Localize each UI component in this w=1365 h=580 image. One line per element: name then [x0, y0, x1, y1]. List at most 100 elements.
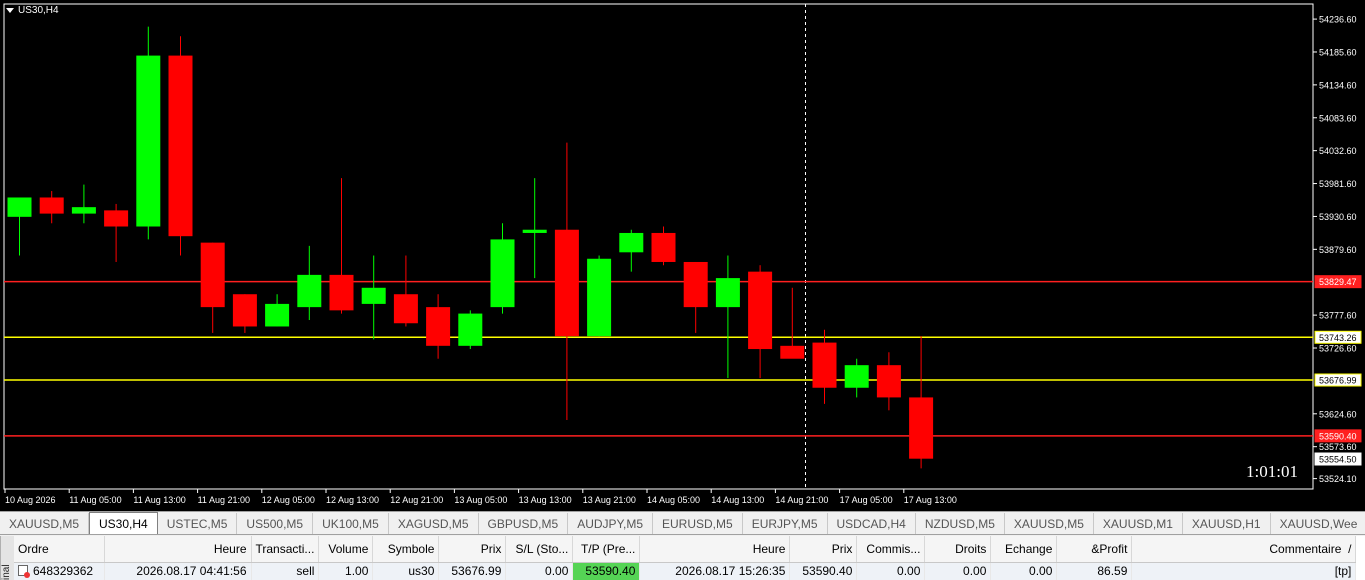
col-header-commentaire[interactable]: Commentaire / [1131, 536, 1357, 563]
time-axis-label: 17 Aug 05:00 [840, 495, 893, 505]
price-axis-label: 53573.60 [1319, 442, 1357, 452]
candle-body [715, 278, 740, 308]
symbol-tab[interactable]: XAUUSD,M1 [1094, 513, 1183, 534]
candle-body [619, 232, 644, 253]
time-axis-label: 17 Aug 13:00 [904, 495, 957, 505]
candle-body [329, 274, 354, 311]
candle-body [909, 397, 934, 459]
time-axis-label: 12 Aug 13:00 [326, 495, 379, 505]
cell-transaction: sell [251, 562, 320, 580]
closed-order-icon [18, 565, 30, 579]
candle-body [554, 229, 579, 337]
current-price-label: 53554.50 [1319, 455, 1357, 465]
symbol-tab[interactable]: XAUUSD,Wee [1271, 513, 1365, 534]
chart-canvas[interactable]: 54236.60 54185.60 54134.60 54083.60 54032.60… [0, 0, 1365, 511]
price-axis-label: 53879.60 [1319, 245, 1357, 255]
symbol-tab[interactable]: EURUSD,M5 [653, 513, 743, 534]
col-header-heure[interactable]: Heure [104, 536, 252, 563]
terminal-side-label: inal [0, 536, 14, 580]
symbol-tab[interactable]: GBPUSD,M5 [479, 513, 569, 534]
candle-body [265, 303, 290, 327]
col-header-heure-close[interactable]: Heure [639, 536, 791, 563]
candle-body [844, 365, 869, 388]
col-header-echange[interactable]: Echange [990, 536, 1058, 563]
symbol-tab[interactable]: AUDJPY,M5 [568, 513, 653, 534]
price-axis-label: 54083.60 [1319, 113, 1357, 123]
time-axis-label: 14 Aug 05:00 [647, 495, 700, 505]
candle-body [490, 239, 515, 308]
col-header-commentaire-label: Commentaire [1269, 541, 1342, 556]
price-axis-label: 53624.60 [1319, 409, 1357, 419]
col-header-commission[interactable]: Commis... [856, 536, 926, 563]
candle-body [232, 294, 257, 327]
cell-ordre: 648329362 [14, 562, 105, 580]
price-axis-label: 53524.10 [1319, 474, 1357, 484]
symbol-tab[interactable]: NZDUSD,M5 [916, 513, 1005, 534]
candle-body [297, 274, 322, 308]
candle-body [522, 229, 547, 233]
cell-commentaire: [tp] [1131, 562, 1357, 580]
symbol-tab[interactable]: USTEC,M5 [158, 513, 238, 534]
cell-prix-open: 53676.99 [438, 562, 507, 580]
col-header-tp[interactable]: T/P (Pre... [572, 536, 641, 563]
cell-symbole: us30 [372, 562, 440, 580]
candle-body [426, 307, 451, 346]
symbol-tab-bar: XAUUSD,M5 US30,H4 USTEC,M5 US500,M5 UK100,M5… [0, 511, 1365, 535]
symbol-tab[interactable]: XAUUSD,M5 [1005, 513, 1094, 534]
time-axis-label: 14 Aug 21:00 [775, 495, 828, 505]
cell-echange: 0.00 [990, 562, 1058, 580]
cell-volume: 1.00 [318, 562, 374, 580]
col-header-sl[interactable]: S/L (Sto... [505, 536, 574, 563]
candle-body [200, 242, 225, 308]
time-axis-label: 14 Aug 13:00 [711, 495, 764, 505]
chart-symbol-label: US30,H4 [18, 5, 59, 16]
col-header-transaction[interactable]: Transacti... [251, 536, 320, 563]
price-axis-label: 53981.60 [1319, 179, 1357, 189]
time-axis-label: 11 Aug 21:00 [198, 495, 250, 505]
time-axis-label: 13 Aug 13:00 [519, 495, 572, 505]
candle-body [812, 342, 837, 388]
price-level-label: 53743.26 [1319, 333, 1357, 343]
col-header-droits[interactable]: Droits [924, 536, 992, 563]
price-axis-label: 53930.60 [1319, 212, 1357, 222]
table-row[interactable]: 648329362 2026.08.17 04:41:56 sell 1.00 … [14, 562, 1357, 580]
symbol-tab[interactable]: UK100,M5 [313, 513, 389, 534]
candle-body [587, 258, 612, 337]
price-level-label: 53829.47 [1319, 277, 1357, 287]
price-axis-label: 54236.60 [1319, 15, 1357, 25]
col-header-ordre[interactable]: Ordre [14, 536, 105, 563]
symbol-tab[interactable]: EURJPY,M5 [743, 513, 828, 534]
cell-commission: 0.00 [856, 562, 926, 580]
time-axis-label: 11 Aug 05:00 [69, 495, 121, 505]
cell-sl: 0.00 [505, 562, 574, 580]
symbol-tab[interactable]: USDCAD,H4 [828, 513, 916, 534]
candle-body [651, 232, 676, 262]
symbol-tab[interactable]: US30,H4 [89, 512, 158, 534]
col-header-volume[interactable]: Volume [318, 536, 374, 563]
bar-countdown-timer: 1:01:01 [1246, 462, 1298, 481]
table-header-row: Ordre Heure Transacti... Volume Symbole … [14, 536, 1357, 563]
price-axis-label: 54185.60 [1319, 47, 1357, 57]
candle-body [748, 271, 773, 350]
symbol-tab[interactable]: US500,M5 [237, 513, 314, 534]
price-chart[interactable]: 54236.60 54185.60 54134.60 54083.60 54032.60… [0, 0, 1365, 511]
time-axis-label: 12 Aug 05:00 [262, 495, 315, 505]
symbol-tab[interactable]: XAUUSD,H1 [1183, 513, 1271, 534]
price-axis-label: 53726.60 [1319, 344, 1357, 354]
time-axis-label: 13 Aug 21:00 [583, 495, 636, 505]
candle-body [104, 210, 129, 227]
col-header-profit[interactable]: &Profit [1056, 536, 1133, 563]
cell-heure-close: 2026.08.17 15:26:35 [639, 562, 791, 580]
candle-body [393, 294, 418, 324]
price-level-label: 53590.40 [1319, 431, 1357, 441]
candle-body [71, 207, 96, 214]
symbol-tab[interactable]: XAGUSD,M5 [389, 513, 479, 534]
dropdown-triangle-icon[interactable] [6, 7, 14, 13]
price-level-label: 53676.99 [1319, 376, 1357, 386]
symbol-tab[interactable]: XAUUSD,M5 [0, 513, 90, 534]
cell-ordre-value: 648329362 [33, 564, 94, 579]
col-header-symbole[interactable]: Symbole [372, 536, 440, 563]
candle-body [780, 345, 805, 359]
col-header-prix[interactable]: Prix [438, 536, 507, 563]
col-header-prix-close[interactable]: Prix [789, 536, 858, 563]
